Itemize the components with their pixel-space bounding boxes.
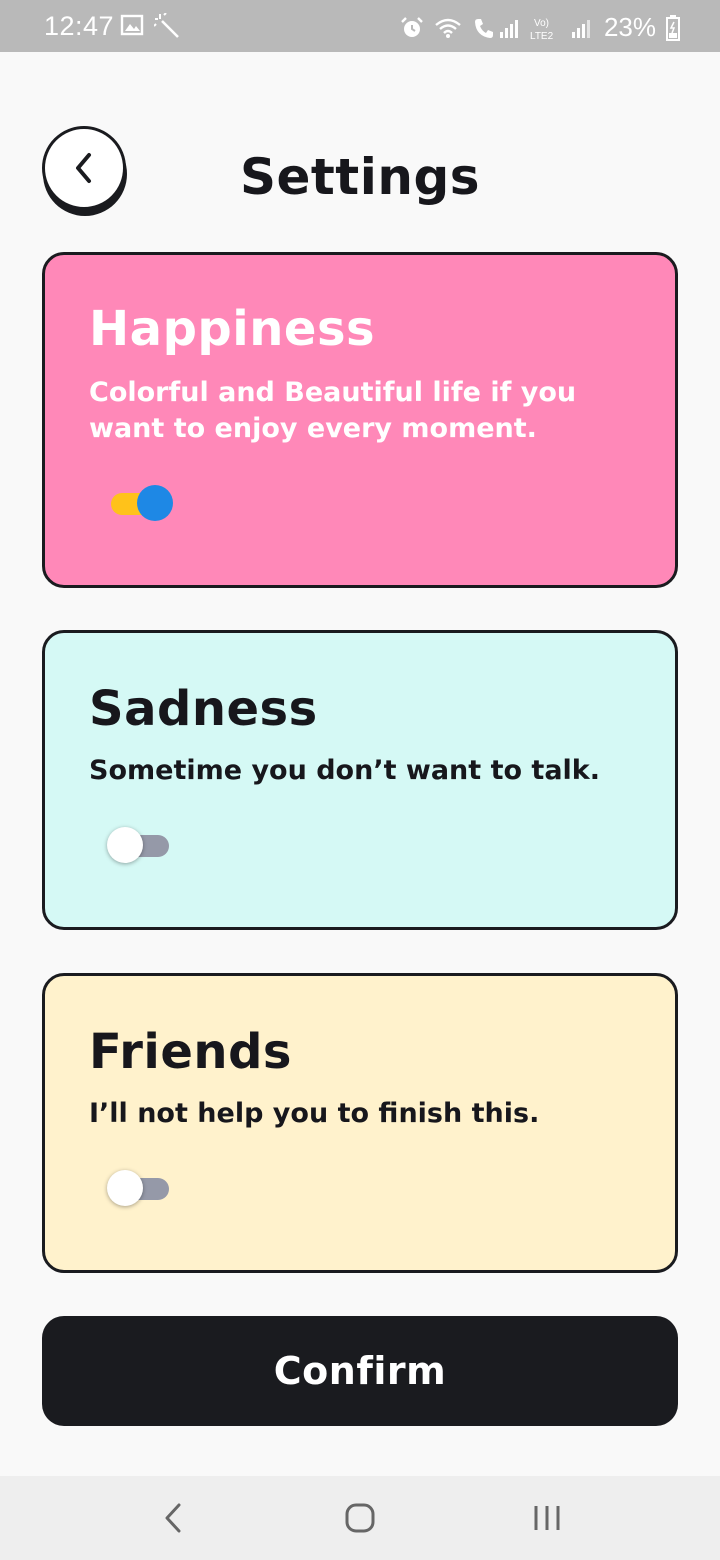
toggle-knob	[137, 485, 173, 521]
image-icon	[120, 14, 144, 36]
toggle-sadness[interactable]	[107, 825, 173, 865]
card-title: Happiness	[89, 301, 376, 357]
battery-icon	[666, 14, 680, 41]
system-nav-bar	[0, 1476, 720, 1560]
recents-icon	[534, 1506, 560, 1530]
card-description: I’ll not help you to finish this.	[89, 1098, 540, 1129]
toggle-happiness[interactable]	[107, 483, 173, 523]
card-title: Friends	[89, 1024, 292, 1080]
confirm-button[interactable]: Confirm	[42, 1316, 678, 1426]
svg-text:Vo): Vo)	[534, 18, 549, 29]
status-bar: 12:47 Vo) LTE2 23%	[0, 0, 720, 52]
battery-percentage: 23%	[603, 12, 656, 42]
card-friends: Friends I’ll not help you to finish this…	[42, 973, 678, 1273]
card-happiness: Happiness Colorful and Beautiful life if…	[42, 252, 678, 588]
wifi-icon	[435, 18, 461, 38]
page-title: Settings	[239, 148, 480, 206]
toggle-knob	[107, 1170, 143, 1206]
magic-wand-icon	[154, 13, 179, 38]
card-description: Colorful and Beautiful life if you want …	[89, 377, 577, 444]
svg-text:LTE2: LTE2	[530, 31, 554, 41]
card-sadness: Sadness Sometime you don’t want to talk.	[42, 630, 678, 930]
nav-home-button[interactable]	[335, 1498, 385, 1538]
signal-icon	[571, 19, 590, 38]
toggle-knob	[107, 827, 143, 863]
alarm-icon	[401, 16, 423, 37]
card-description: Sometime you don’t want to talk.	[89, 755, 601, 786]
wifi-call-icon	[474, 18, 518, 38]
back-icon	[165, 1503, 181, 1533]
home-icon	[345, 1503, 375, 1533]
card-title: Sadness	[89, 681, 318, 737]
volte-icon: Vo) LTE2	[530, 18, 554, 41]
status-right: Vo) LTE2 23%	[400, 12, 680, 43]
status-left-icons	[120, 13, 182, 39]
toggle-friends[interactable]	[107, 1168, 173, 1208]
nav-back-button[interactable]	[148, 1498, 198, 1538]
status-time: 12:47	[44, 11, 115, 41]
nav-recents-button[interactable]	[522, 1498, 572, 1538]
